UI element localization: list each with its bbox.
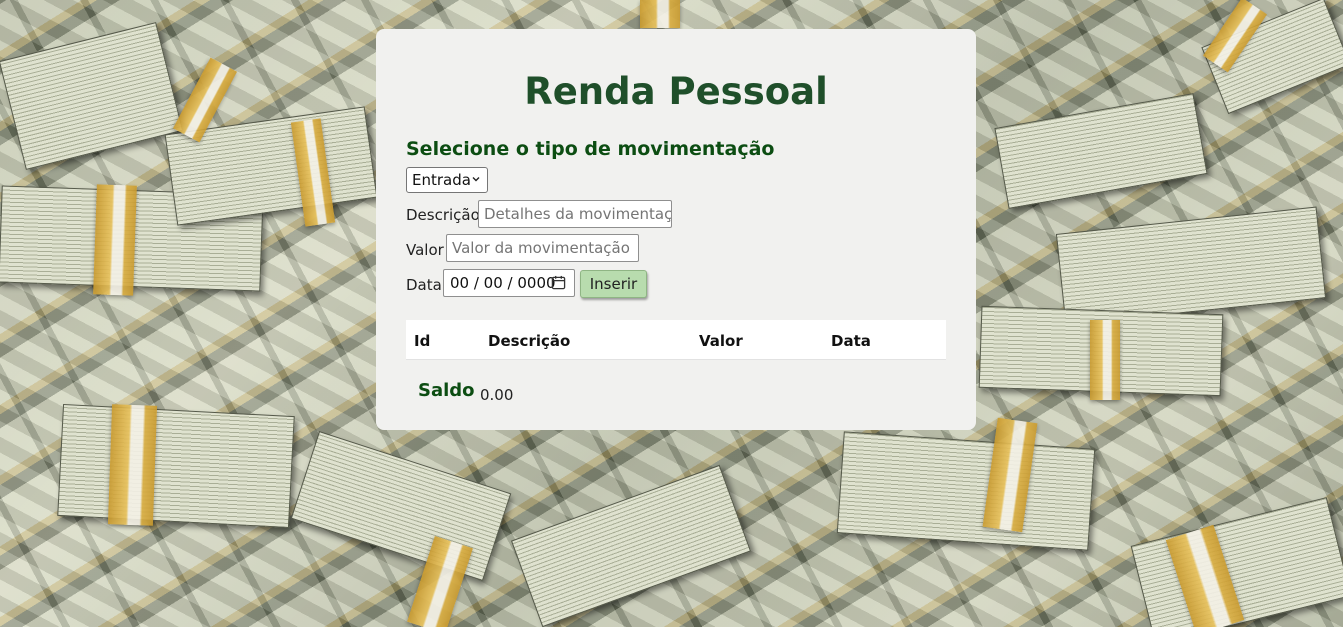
form-subtitle: Selecione o tipo de movimentação [406, 138, 775, 160]
money-stack [1055, 206, 1327, 326]
money-band [1090, 320, 1120, 400]
money-stack [0, 22, 184, 170]
saldo-label: Saldo [418, 380, 475, 401]
descricao-label: Descrição [406, 206, 480, 224]
movimentacoes-table: Id Descrição Valor Data [406, 320, 946, 360]
inserir-button[interactable]: Inserir [580, 270, 647, 298]
table-header-id: Id [414, 332, 431, 350]
chevron-down-icon [472, 177, 480, 182]
descricao-input[interactable]: Detalhes da movimentação [478, 200, 672, 228]
money-band [107, 404, 158, 526]
form-panel: Renda Pessoal Selecione o tipo de movime… [376, 29, 976, 430]
money-stack [57, 404, 295, 528]
money-stack [994, 93, 1208, 209]
saldo-value: 0.00 [480, 386, 514, 404]
money-stack [510, 464, 752, 627]
money-stack [836, 431, 1096, 551]
calendar-icon[interactable] [551, 275, 566, 290]
table-header-data: Data [831, 332, 871, 350]
tipo-select-value: Entrada [412, 171, 471, 189]
tipo-select[interactable]: Entrada [406, 167, 488, 193]
data-input-value: 00 / 00 / 0000 [450, 274, 556, 292]
data-input[interactable]: 00 / 00 / 0000 [443, 269, 575, 297]
valor-input[interactable]: Valor da movimentação [446, 234, 639, 262]
table-header-descricao: Descrição [488, 332, 571, 350]
data-label: Data [406, 276, 442, 294]
money-band [640, 0, 680, 28]
page-title: Renda Pessoal [524, 70, 828, 113]
money-band [93, 184, 137, 296]
valor-label: Valor [406, 241, 444, 259]
table-header-valor: Valor [699, 332, 743, 350]
money-stack [290, 431, 512, 581]
